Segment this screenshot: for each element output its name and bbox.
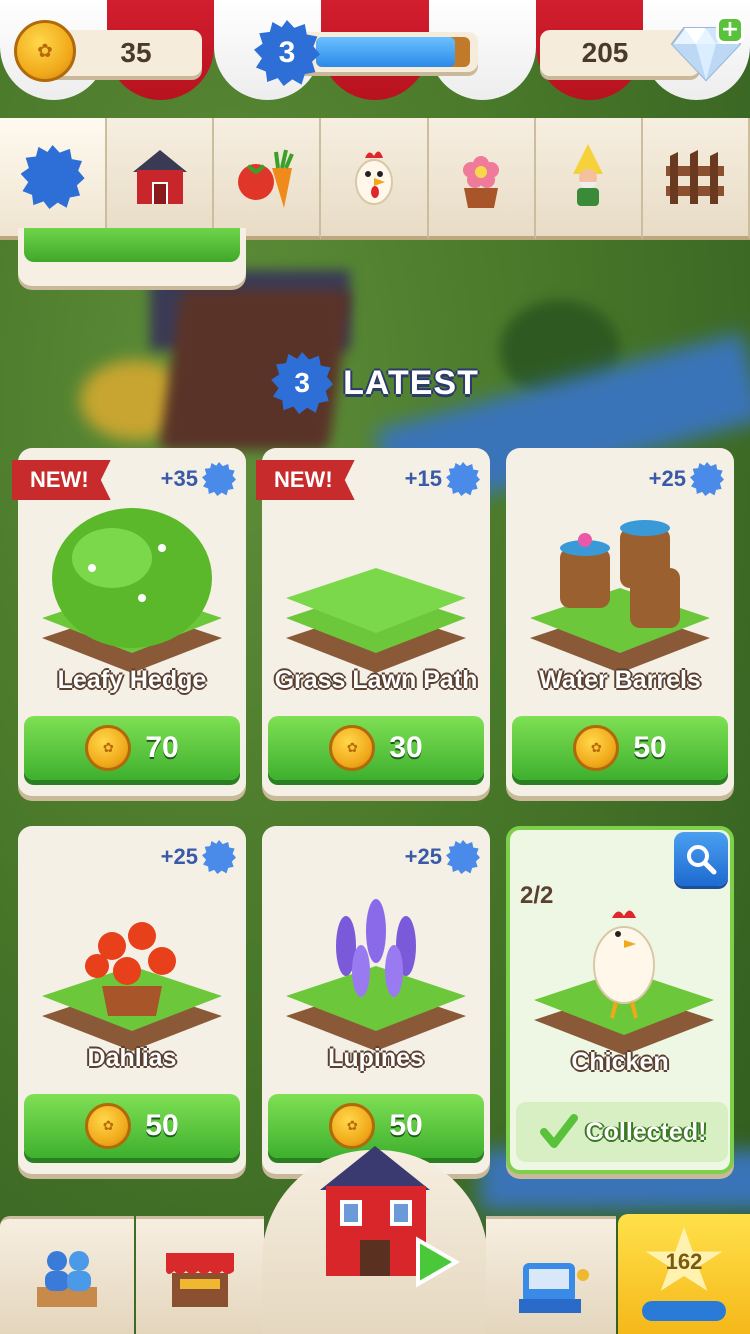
cash-register-button[interactable] (486, 1216, 616, 1334)
fence-icon (666, 150, 725, 204)
xp-reward-value: +25 (404, 844, 442, 869)
item-price: 70 (145, 731, 179, 764)
previous-item-card (18, 228, 246, 286)
collected-status: Collected! (516, 1102, 728, 1162)
level-badge-icon (18, 142, 88, 212)
vegetables-icon (237, 149, 294, 208)
item-card[interactable]: +25 Water Barrels ✿ 50 (506, 448, 734, 796)
lupines-illustration (276, 866, 476, 1066)
item-name: Lupines (328, 1044, 424, 1072)
xp-reward-value: +25 (160, 844, 198, 869)
item-price: 50 (633, 731, 667, 764)
level-number: 3 (278, 36, 296, 69)
item-price: 50 (145, 1109, 179, 1142)
magnifier-icon (687, 845, 717, 875)
item-card[interactable]: 2/2 Chicken Collected! (506, 826, 734, 1174)
collection-count: 2/2 (520, 882, 554, 909)
xp-progress-fill (316, 37, 455, 67)
lawn-illustration (276, 488, 476, 688)
section-level-number: 3 (294, 367, 310, 398)
xp-star-icon (202, 840, 236, 874)
barrels-illustration (520, 488, 720, 688)
tab-animals[interactable] (321, 118, 429, 240)
checkmark-icon (539, 1114, 578, 1148)
tab-flowers[interactable] (428, 118, 536, 240)
xp-reward-value: +35 (160, 466, 198, 491)
chicken-illustration (524, 870, 724, 1070)
barn-icon (132, 150, 187, 204)
star-count: 162 (665, 1249, 703, 1274)
xp-reward: +25 (161, 840, 236, 874)
cash-register-icon (519, 1262, 589, 1313)
market-stall-button[interactable] (136, 1216, 264, 1334)
xp-star-icon (690, 462, 724, 496)
tab-crops[interactable] (214, 118, 322, 240)
chicken-icon (354, 151, 393, 205)
buy-button[interactable]: ✿ 30 (268, 716, 484, 780)
category-tabs (0, 118, 750, 240)
item-name: Dahlias (87, 1044, 177, 1072)
item-card[interactable]: NEW! +35 Leafy Hedge ✿ 70 (12, 448, 246, 796)
new-ribbon: NEW! (256, 460, 355, 500)
item-card[interactable]: NEW! +15 Grass Lawn Path ✿ 30 (256, 448, 490, 796)
xp-reward: +35 (161, 462, 236, 496)
buy-button[interactable]: ✿ 50 (24, 1094, 240, 1158)
go-to-farm-button[interactable] (300, 1130, 470, 1300)
coin-icon: ✿ (85, 725, 132, 771)
star-rewards-button[interactable]: 162 (618, 1214, 750, 1334)
star-progress-bar (642, 1301, 726, 1321)
coin-icon: ✿ (573, 725, 620, 771)
tab-level[interactable] (0, 118, 108, 240)
tab-fences[interactable] (642, 118, 750, 240)
buy-button[interactable] (24, 228, 240, 262)
tab-buildings[interactable] (107, 118, 215, 240)
item-card[interactable]: +25 Dahlias ✿ 50 (18, 826, 246, 1174)
xp-star-icon (446, 462, 480, 496)
xp-reward-value: +15 (404, 466, 442, 491)
item-name: Grass Lawn Path (274, 666, 478, 694)
magnifier-button[interactable] (674, 832, 728, 886)
dahlias-illustration (32, 866, 232, 1066)
farmhouse-icon (320, 1146, 460, 1288)
add-gems-button[interactable]: + (716, 16, 744, 44)
item-name: Water Barrels (539, 666, 701, 694)
buy-button[interactable]: ✿ 50 (512, 716, 728, 780)
xp-reward: +25 (405, 840, 480, 874)
new-ribbon: NEW! (12, 460, 111, 500)
xp-reward: +15 (405, 462, 480, 496)
friends-icon (37, 1250, 97, 1307)
section-level-badge: 3 (271, 352, 334, 414)
item-card[interactable]: +25 Lupines ✿ 50 (262, 826, 490, 1174)
friends-button[interactable] (0, 1216, 134, 1334)
coin-icon: ✿ (14, 20, 76, 82)
coin-icon: ✿ (85, 1103, 132, 1149)
section-title: LATEST (343, 363, 479, 402)
buy-button[interactable]: ✿ 70 (24, 716, 240, 780)
xp-progress-bar (296, 32, 478, 72)
item-name: Chicken (571, 1048, 669, 1076)
xp-reward-value: +25 (648, 466, 686, 491)
xp-star-icon (202, 462, 236, 496)
coin-icon: ✿ (329, 725, 376, 771)
hedge-illustration (32, 488, 232, 688)
coin-count: 35 (120, 37, 152, 68)
collected-label: Collected! (585, 1117, 707, 1146)
star-icon: 162 (644, 1227, 724, 1297)
item-price: 30 (389, 731, 423, 764)
section-header: 3 LATEST (0, 352, 750, 414)
xp-star-icon (446, 840, 480, 874)
xp-reward: +25 (649, 462, 724, 496)
flower-pot-icon (463, 156, 500, 208)
gem-count: 205 (581, 37, 629, 68)
gnome-icon (573, 144, 604, 206)
tab-decorations[interactable] (535, 118, 643, 240)
market-stall-icon (166, 1252, 234, 1307)
item-name: Leafy Hedge (57, 666, 207, 694)
